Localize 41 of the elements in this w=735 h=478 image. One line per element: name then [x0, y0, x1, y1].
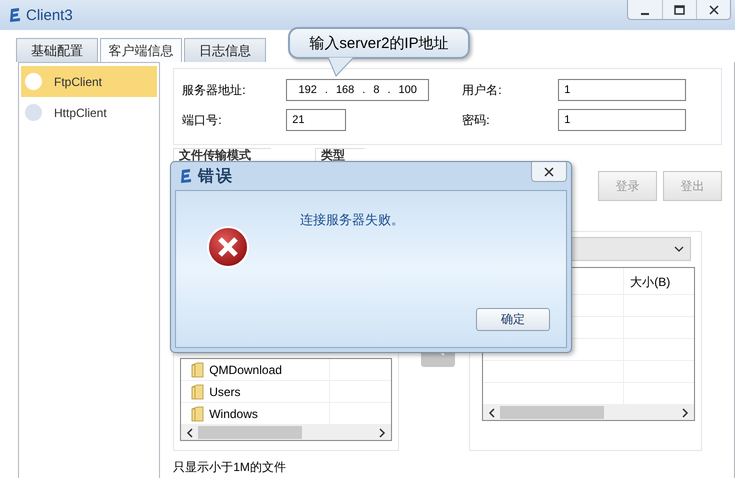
sidebar-item[interactable]: FtpClient [21, 66, 158, 97]
app-icon [8, 7, 22, 23]
scroll-right-icon[interactable] [378, 428, 386, 438]
callout-text: 输入server2的IP地址 [309, 34, 449, 52]
tab[interactable]: 基础配置 [16, 38, 98, 62]
error-icon [206, 225, 250, 269]
file-name[interactable]: Windows [209, 406, 258, 420]
horizontal-scrollbar[interactable] [181, 425, 392, 440]
horizontal-scrollbar[interactable] [483, 405, 694, 420]
app-icon [179, 168, 193, 184]
file-name[interactable]: Users [209, 384, 241, 398]
error-message: 连接服务器失败。 [300, 211, 404, 229]
ok-button[interactable]: 确定 [476, 308, 550, 331]
tab[interactable]: 日志信息 [184, 38, 266, 62]
folder-icon [191, 406, 204, 422]
scroll-left-icon[interactable] [186, 428, 194, 438]
input-field[interactable]: 21 [286, 109, 346, 131]
minimize-icon [641, 12, 649, 14]
folder-icon [191, 384, 204, 400]
sidebar-item[interactable]: HttpClient [21, 97, 158, 128]
close-button[interactable] [531, 162, 567, 182]
file-name[interactable]: QMDownload [209, 362, 282, 376]
input-field[interactable]: 1 [558, 79, 686, 101]
field-label: 密码: [462, 112, 491, 128]
scroll-left-icon[interactable] [488, 408, 496, 418]
dialog-title: 错误 [198, 166, 234, 186]
ip-address-field[interactable]: 192 . 168 . 8 . 100 [286, 79, 430, 101]
folder-icon [191, 362, 204, 378]
window-title: Client3 [26, 6, 73, 24]
scroll-right-icon[interactable] [681, 408, 690, 418]
field-label: 端口号: [182, 112, 223, 128]
column-header[interactable]: 大小(B) [624, 268, 670, 294]
tab[interactable]: 客户端信息 [100, 38, 182, 62]
close-icon [544, 166, 554, 176]
close-icon [708, 4, 718, 14]
chevron-down-icon [674, 245, 684, 253]
field-label: 用户名: [462, 82, 503, 98]
maximize-icon [674, 4, 685, 14]
note-text: 只显示小于1M的文件 [173, 459, 287, 476]
input-field[interactable]: 1 [558, 109, 686, 131]
field-label: 服务器地址: [182, 82, 247, 98]
